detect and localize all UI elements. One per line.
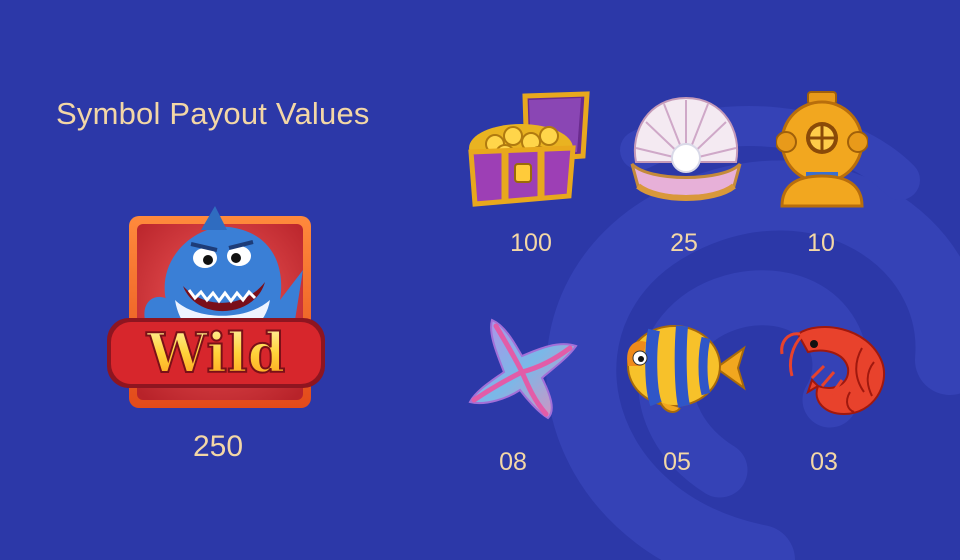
tropical-fish-icon	[627, 325, 746, 413]
pearl-clam-payout-value: 25	[670, 229, 698, 257]
wild-payout-value: 250	[192, 430, 244, 463]
shark-wild-icon: Wild	[107, 206, 325, 408]
treasure-chest-icon	[468, 91, 590, 207]
diving-helmet-icon	[776, 91, 868, 208]
shrimp-payout-value: 03	[810, 448, 838, 476]
pearl-clam-icon	[630, 96, 742, 201]
tropical-fish-payout-value: 05	[663, 448, 691, 476]
diving-helmet-payout-value: 10	[807, 229, 835, 257]
page-title: Symbol Payout Values	[56, 96, 370, 131]
wild-label: Wild	[146, 321, 285, 385]
shrimp-icon	[780, 326, 885, 416]
starfish-icon	[468, 318, 578, 420]
starfish-payout-value: 08	[499, 448, 527, 476]
treasure-chest-payout-value: 100	[510, 229, 552, 257]
